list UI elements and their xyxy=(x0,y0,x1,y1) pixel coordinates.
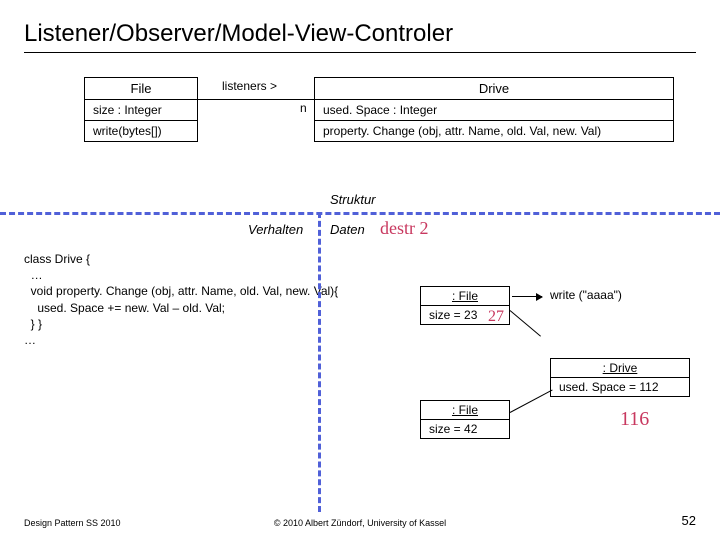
call-label: write ("aaaa") xyxy=(550,288,622,302)
label-verhalten: Verhalten xyxy=(248,222,303,237)
link-2 xyxy=(510,390,553,413)
footer-center: © 2010 Albert Zündorf, University of Kas… xyxy=(0,518,720,528)
page-title: Listener/Observer/Model-View-Controler xyxy=(24,20,696,48)
title-rule xyxy=(24,52,696,53)
uml-diagram: File size : Integer write(bytes[]) Drive… xyxy=(24,69,696,209)
object-file-2-type: : File xyxy=(421,401,509,420)
class-drive-op: property. Change (obj, attr. Name, old. … xyxy=(315,121,673,141)
object-file-1-type: : File xyxy=(421,287,509,306)
assoc-line xyxy=(198,99,314,100)
divider-h xyxy=(0,212,720,215)
label-struktur: Struktur xyxy=(330,192,376,207)
assoc-label: listeners > xyxy=(222,79,277,93)
hand-27: 27 xyxy=(488,308,504,326)
call-arrow xyxy=(512,296,542,297)
hand-116: 116 xyxy=(620,408,649,431)
divider-v xyxy=(318,212,321,512)
class-file: File size : Integer write(bytes[]) xyxy=(84,77,198,142)
object-file-2: : File size = 42 xyxy=(420,400,510,439)
class-file-attr: size : Integer xyxy=(85,100,197,121)
object-drive-val: used. Space = 112 xyxy=(551,378,689,396)
class-file-op: write(bytes[]) xyxy=(85,121,197,141)
class-drive-name: Drive xyxy=(315,78,673,100)
assoc-end: n xyxy=(300,101,307,115)
class-drive-attr: used. Space : Integer xyxy=(315,100,673,121)
object-drive-type: : Drive xyxy=(551,359,689,378)
object-file-2-val: size = 42 xyxy=(421,420,509,438)
hand-destr: destr 2 xyxy=(380,218,429,239)
class-file-name: File xyxy=(85,78,197,100)
object-drive: : Drive used. Space = 112 xyxy=(550,358,690,397)
class-drive: Drive used. Space : Integer property. Ch… xyxy=(314,77,674,142)
label-daten: Daten xyxy=(330,222,365,237)
footer-page: 52 xyxy=(682,513,696,528)
